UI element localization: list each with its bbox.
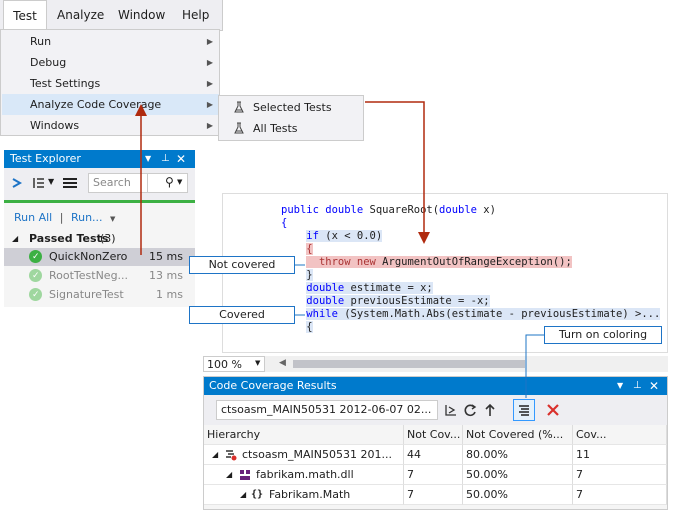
annotation-arrows — [135, 101, 544, 398]
arrow-code — [365, 101, 430, 244]
connector-coloring — [525, 334, 544, 398]
